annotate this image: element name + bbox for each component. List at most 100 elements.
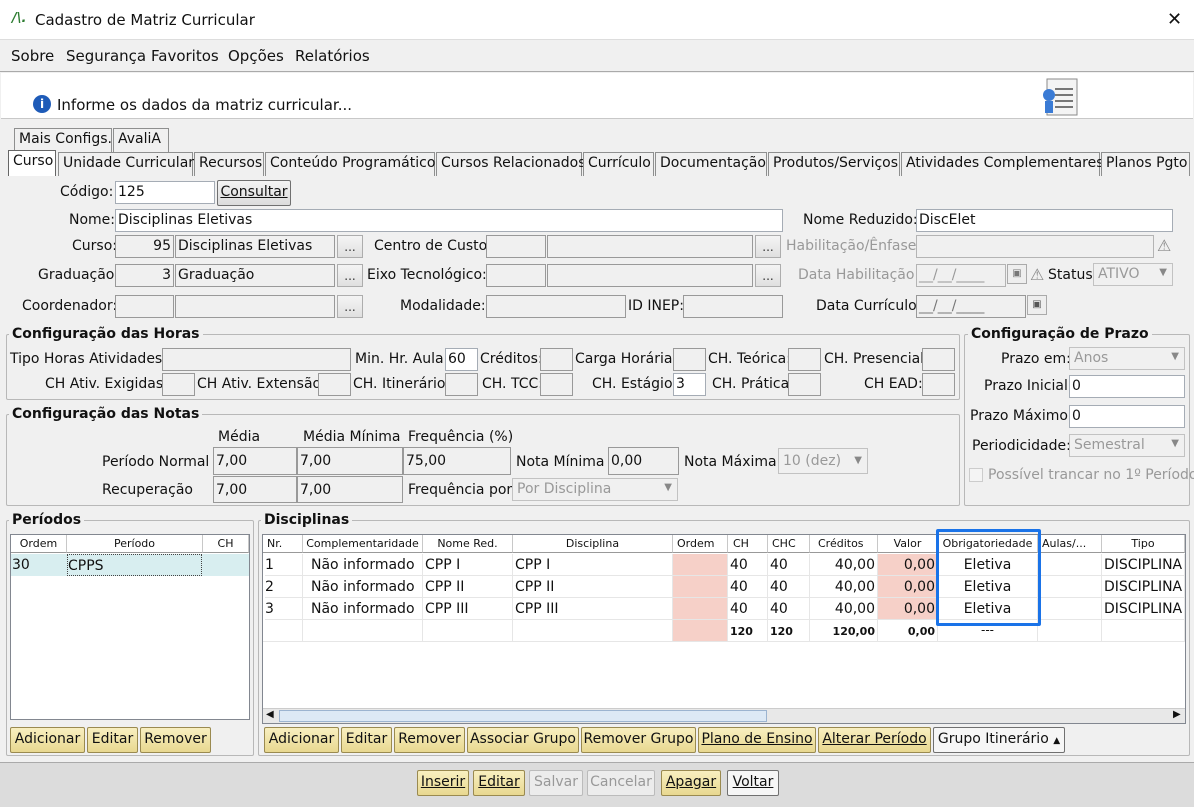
scroll-left-icon[interactable]: ◀ [266,709,274,720]
coordenador-code-field[interactable] [115,295,174,318]
eixo-code-field[interactable] [486,264,546,287]
disciplinas-editar-button[interactable]: Editar [341,727,392,753]
prazo-inicial-field[interactable]: 0 [1069,375,1185,398]
periodos-remover-button[interactable]: Remover [140,727,211,753]
centro-custo-lookup-button[interactable]: ... [755,235,781,258]
periodos-header-periodo[interactable]: Período [67,535,203,553]
ch-ead-field[interactable] [922,373,955,396]
normal-media-field[interactable]: 7,00 [213,447,297,475]
disc-header-complementaridade[interactable]: Complementaridade [303,535,423,553]
normal-media-minima-field[interactable]: 7,00 [297,447,403,475]
nota-minima-field[interactable]: 0,00 [608,447,679,475]
nome-reduzido-field[interactable]: DiscElet [916,209,1173,232]
tab-curso[interactable]: Curso [8,150,56,176]
apagar-button[interactable]: Apagar [661,770,721,796]
creditos-field[interactable] [540,348,573,371]
table-row[interactable]: 1 Não informado CPP I CPP I 40 40 40,00 … [263,554,1185,576]
menu-seguranca[interactable]: Segurança [66,47,146,65]
disc-header-aulas[interactable]: Aulas/... [1038,535,1102,553]
tab-documentacao[interactable]: Documentação [655,152,767,176]
recup-media-field[interactable]: 7,00 [213,476,297,503]
tab-unidade-curricular[interactable]: Unidade Curricular [58,152,194,176]
tab-curriculo[interactable]: Currículo [583,152,654,176]
disciplinas-remover-button[interactable]: Remover [394,727,465,753]
periodos-table[interactable]: Ordem Período CH 30 CPPS [10,534,250,720]
editar-button[interactable]: Editar [473,770,525,796]
disc-header-disciplina[interactable]: Disciplina [513,535,673,553]
graduacao-code-field[interactable]: 3 [115,264,174,287]
table-row[interactable]: 3 Não informado CPP III CPP III 40 40 40… [263,598,1185,620]
menu-sobre[interactable]: Sobre [11,47,54,65]
disc-header-valor[interactable]: Valor [878,535,938,553]
disc-header-chc[interactable]: CHC [768,535,810,553]
graduacao-lookup-button[interactable]: ... [337,264,363,287]
ch-extensao-field[interactable] [318,373,351,396]
ch-itinerario-field[interactable] [445,373,478,396]
codigo-field[interactable]: 125 [115,181,215,204]
periodos-header-ordem[interactable]: Ordem [11,535,67,553]
ch-pratica-field[interactable] [788,373,821,396]
consultar-button[interactable]: Consultar [217,180,291,206]
periodos-adicionar-button[interactable]: Adicionar [10,727,85,753]
scroll-right-icon[interactable]: ▶ [1173,709,1181,720]
tab-mais-configs[interactable]: Mais Configs. [14,128,112,152]
totals-creditos-cell: 120,00 [810,620,878,642]
status-value: ATIVO [1098,266,1140,282]
prazo-maximo-field[interactable]: 0 [1069,405,1185,428]
inserir-button[interactable]: Inserir [417,770,469,796]
eixo-lookup-button[interactable]: ... [755,264,781,287]
disc-header-nr[interactable]: Nr. [263,535,303,553]
menu-opcoes[interactable]: Opções [228,47,284,65]
tab-atividades-complementares[interactable]: Atividades Complementares [901,152,1104,176]
tab-planos-pgto[interactable]: Planos Pgto [1101,152,1190,176]
alterar-periodo-button[interactable]: Alterar Período [818,727,931,753]
remover-grupo-button[interactable]: Remover Grupo [581,727,696,753]
curso-lookup-button[interactable]: ... [337,235,363,258]
curso-code-field[interactable]: 95 [115,235,174,258]
min-aula-field[interactable]: 60 [445,348,478,371]
tab-recursos[interactable]: Recursos [194,152,264,176]
disc-header-ch[interactable]: CH [728,535,768,553]
modalidade-field[interactable] [486,295,626,318]
menu-relatorios[interactable]: Relatórios [295,47,370,65]
ch-exigidas-field[interactable] [162,373,195,396]
disc-header-ordem[interactable]: Ordem [673,535,728,553]
tab-produtos-servicos[interactable]: Produtos/Serviços [768,152,900,176]
ch-teorica-field[interactable] [788,348,821,371]
associar-grupo-button[interactable]: Associar Grupo [467,727,579,753]
ch-tcc-field[interactable] [540,373,573,396]
data-curriculo-field[interactable]: __/__/____ [916,295,1026,318]
calendar-icon[interactable]: ▣ [1027,295,1047,315]
voltar-button[interactable]: Voltar [727,770,779,796]
ch-presencial-field[interactable] [922,348,955,371]
tab-conteudo-programatico[interactable]: Conteúdo Programático [265,152,435,176]
ch-extensao-label: CH Ativ. Extensão: [197,376,326,392]
tab-cursos-relacionados[interactable]: Cursos Relacionados [436,152,586,176]
table-row[interactable]: 30 CPPS [11,554,249,576]
menu-favoritos[interactable]: Favoritos [151,47,219,65]
periodos-header-ch[interactable]: CH [203,535,249,553]
ch-estagio-field[interactable]: 3 [673,373,706,396]
plano-ensino-button[interactable]: Plano de Ensino [698,727,816,753]
horizontal-scrollbar[interactable]: ◀ ▶ [263,708,1185,723]
periodos-editar-button[interactable]: Editar [87,727,138,753]
carga-horaria-field[interactable] [673,348,706,371]
tipo-horas-field[interactable] [162,348,351,371]
grupo-itinerario-button[interactable]: Grupo Itinerário ▲ [933,727,1065,753]
disciplinas-table[interactable]: Nr. Complementaridade Nome Red. Discipli… [262,534,1186,724]
tab-avalia[interactable]: AvaliA [113,128,169,152]
recup-media-minima-field[interactable]: 7,00 [297,476,403,503]
disc-header-nome-red[interactable]: Nome Red. [423,535,513,553]
nome-field[interactable]: Disciplinas Eletivas [115,209,783,232]
disc-header-tipo[interactable]: Tipo [1102,535,1185,553]
disc-header-creditos[interactable]: Créditos [810,535,878,553]
disciplinas-adicionar-button[interactable]: Adicionar [264,727,339,753]
ch-exigidas-label: CH Ativ. Exigidas: [45,376,168,392]
centro-custo-code-field[interactable] [486,235,546,258]
close-icon[interactable]: ✕ [1167,9,1182,30]
inep-field[interactable] [683,295,783,318]
coordenador-lookup-button[interactable]: ... [337,295,363,318]
scrollbar-thumb[interactable] [279,710,767,722]
normal-frequencia-field[interactable]: 75,00 [403,447,511,475]
table-row[interactable]: 2 Não informado CPP II CPP II 40 40 40,0… [263,576,1185,598]
